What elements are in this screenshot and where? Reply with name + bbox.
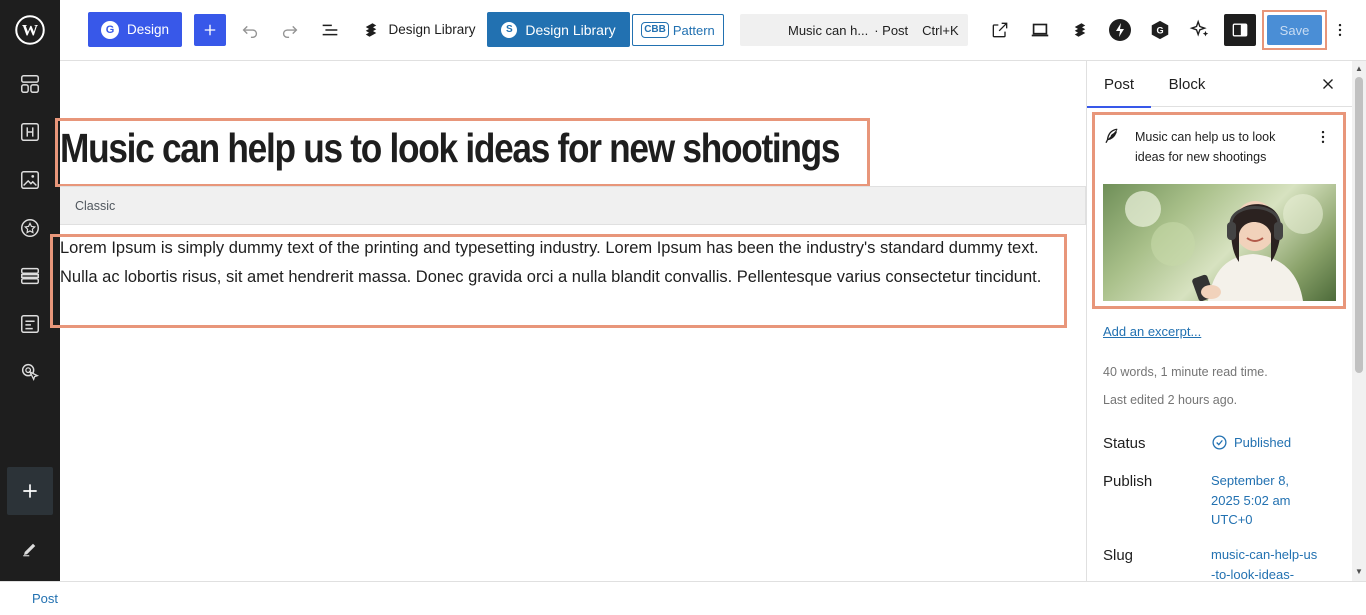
design-button-label: Design: [126, 22, 170, 37]
vertical-dots-icon: [1338, 23, 1342, 37]
plus-icon: [204, 24, 216, 36]
design-library-button[interactable]: Design Library: [356, 12, 482, 47]
edit-pencil-icon[interactable]: [0, 525, 60, 573]
post-title[interactable]: Music can help us to look ideas for new …: [60, 125, 841, 172]
undo-button[interactable]: [234, 12, 266, 47]
g-shield-button[interactable]: G: [1144, 14, 1176, 46]
featured-image[interactable]: [1103, 184, 1336, 301]
options-button[interactable]: [1328, 14, 1352, 46]
pattern-button[interactable]: CBB Pattern: [632, 14, 724, 46]
design-button[interactable]: G Design: [88, 12, 182, 47]
publish-date-button[interactable]: September 8, 2025 5:02 am UTC+0: [1211, 471, 1321, 530]
s-logo-icon: S: [501, 21, 518, 38]
block-inserter-button[interactable]: [194, 14, 226, 46]
settings-panel: Post Block Music can help us to look ide…: [1086, 61, 1353, 581]
close-panel-button[interactable]: [1313, 69, 1343, 99]
stackable-logo-icon: [1074, 23, 1086, 37]
published-check-icon: [1212, 435, 1227, 450]
wordpress-logo-icon[interactable]: W: [0, 6, 60, 54]
sparkle-icon: [1189, 19, 1209, 37]
external-link-icon: [992, 22, 1008, 38]
slug-label: Slug: [1103, 547, 1134, 564]
classic-paragraph[interactable]: Lorem Ipsum is simply dummy text of the …: [60, 234, 1065, 292]
classic-block-toolbar[interactable]: Classic: [60, 186, 1086, 225]
ai-sparkle-button[interactable]: [1184, 14, 1216, 46]
g-logo-icon: G: [100, 20, 119, 39]
add-excerpt-link[interactable]: Add an excerpt...: [1103, 324, 1201, 339]
bolt-button[interactable]: [1104, 14, 1136, 46]
redo-icon: [282, 25, 298, 38]
preview-button[interactable]: [1024, 14, 1056, 46]
heading-icon[interactable]: [0, 108, 60, 156]
panel-tabs: Post Block: [1087, 61, 1353, 108]
post-card-title: Music can help us to look ideas for new …: [1135, 130, 1276, 164]
status-value-button[interactable]: Published: [1211, 433, 1321, 453]
editor-toolbar: G Design Design Library S Design Library…: [60, 0, 1366, 61]
post-feather-icon: [1103, 127, 1121, 145]
last-edited: Last edited 2 hours ago.: [1103, 393, 1238, 407]
save-highlight: Save: [1262, 10, 1327, 50]
command-shortcut: Ctrl+K: [922, 22, 959, 38]
undo-icon: [242, 25, 258, 38]
tab-block[interactable]: Block: [1153, 61, 1221, 107]
add-block-button[interactable]: [7, 467, 53, 515]
post-actions-button[interactable]: [1313, 126, 1333, 148]
vertical-dots-icon: [1321, 130, 1325, 144]
document-overview-button[interactable]: [314, 12, 346, 47]
status-label: Status: [1103, 435, 1146, 452]
slug-value-button[interactable]: music-can-help-us-to-look-ideas-: [1211, 545, 1321, 581]
sidebar-icon: [1232, 23, 1248, 37]
editor-canvas: Music can help us to look ideas for new …: [50, 61, 1086, 581]
pattern-label: Pattern: [672, 22, 715, 38]
cbb-badge: CBB: [641, 22, 669, 38]
stackable-logo-icon: [366, 22, 377, 37]
settings-sidebar-toggle[interactable]: [1224, 14, 1256, 46]
command-type: · Post: [874, 22, 909, 38]
design-library-label: Design Library: [388, 22, 476, 37]
svg-text:G: G: [1156, 26, 1163, 36]
command-palette-button[interactable]: Music can h... · Post Ctrl+K: [740, 14, 968, 46]
scroll-thumb[interactable]: [1355, 77, 1363, 373]
command-title: Music can h...: [788, 22, 869, 38]
laptop-icon: [1031, 23, 1049, 37]
layout-icon[interactable]: [0, 60, 60, 108]
block-breadcrumb-bar: Post: [0, 581, 1366, 615]
svg-text:W: W: [22, 22, 38, 40]
plus-icon: [23, 484, 37, 498]
classic-label: Classic: [75, 198, 116, 213]
word-count: 40 words, 1 minute read time.: [1103, 365, 1268, 379]
save-button[interactable]: Save: [1267, 15, 1322, 45]
list-view-icon: [322, 24, 338, 35]
redo-button[interactable]: [274, 12, 306, 47]
publish-label: Publish: [1103, 473, 1153, 490]
g-shield-icon: G: [1151, 20, 1169, 40]
image-icon[interactable]: [0, 156, 60, 204]
breadcrumb-post[interactable]: Post: [32, 591, 58, 606]
close-icon: [1323, 79, 1333, 89]
cursor-click-icon[interactable]: [0, 348, 60, 396]
stackable-button[interactable]: [1064, 14, 1096, 46]
status-value: Published: [1234, 435, 1292, 450]
editor-app: W G Design Design Library S Design Libra…: [0, 0, 1366, 615]
tab-post[interactable]: Post: [1087, 61, 1151, 108]
view-post-button[interactable]: [984, 14, 1016, 46]
scroll-down-arrow-icon[interactable]: ▼: [1354, 567, 1364, 577]
design-library-active-label: Design Library: [525, 21, 616, 38]
bolt-icon: [1109, 19, 1131, 41]
scroll-up-arrow-icon[interactable]: ▲: [1354, 64, 1364, 74]
panel-scrollbar[interactable]: ▲ ▼: [1352, 61, 1366, 581]
design-library-active-button[interactable]: S Design Library: [487, 12, 630, 47]
